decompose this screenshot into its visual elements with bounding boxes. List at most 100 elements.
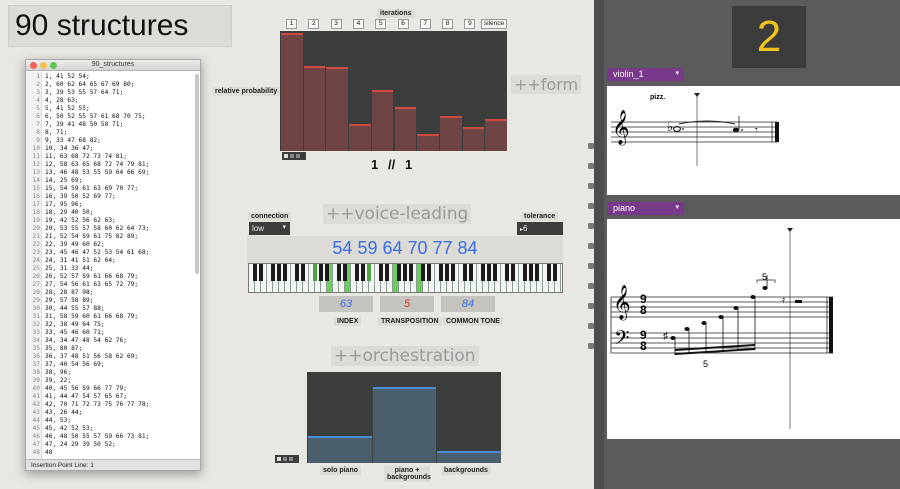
silence-toggle[interactable]: silence xyxy=(481,19,507,29)
black-key[interactable] xyxy=(487,264,491,281)
connection-dropdown[interactable]: low ▾ xyxy=(249,222,290,235)
iteration-tick[interactable]: 8 xyxy=(442,19,454,29)
structure-counter: 2 xyxy=(756,12,782,61)
black-key[interactable] xyxy=(463,264,467,281)
chord-display: 54 59 64 70 77 84 xyxy=(247,236,563,264)
form-probability-bar[interactable] xyxy=(485,119,507,151)
black-key[interactable] xyxy=(481,264,485,281)
orchestration-bar[interactable] xyxy=(308,436,372,463)
line-number: 35 xyxy=(32,345,40,352)
black-key[interactable] xyxy=(325,264,329,281)
line-number: 38 xyxy=(32,369,40,376)
orchestration-plot[interactable] xyxy=(307,372,501,463)
iterations-label: iterations xyxy=(377,9,415,18)
black-key[interactable] xyxy=(445,264,449,281)
form-probability-bar[interactable] xyxy=(462,127,485,151)
black-key[interactable] xyxy=(271,264,275,281)
editor-line: 5, 41 52 55; xyxy=(45,105,90,112)
iteration-tick[interactable]: 5 xyxy=(375,19,387,29)
line-number: 25 xyxy=(32,265,40,272)
piano-score[interactable]: 𝄞 𝄢 98 98 ♯ 𝄿 5 5 xyxy=(607,219,900,439)
white-key[interactable] xyxy=(561,264,562,292)
orch-option-solo-piano[interactable]: solo piano xyxy=(320,466,361,475)
tuplet-bottom: 5 xyxy=(703,359,709,369)
form-probability-bar[interactable] xyxy=(349,123,371,151)
form-probability-bar[interactable] xyxy=(326,67,349,151)
black-key[interactable] xyxy=(277,264,281,281)
line-number: 2 xyxy=(36,81,40,88)
treble-clef-icon: 𝄞 xyxy=(612,110,630,145)
black-key[interactable] xyxy=(301,264,305,281)
black-key[interactable] xyxy=(523,264,527,281)
orch-option-backgrounds[interactable]: backgrounds xyxy=(441,466,491,475)
form-probability-bar[interactable] xyxy=(371,89,394,151)
black-key[interactable] xyxy=(367,264,371,281)
black-key[interactable] xyxy=(493,264,497,281)
editor-titlebar[interactable]: 90_structures xyxy=(26,60,200,71)
line-number: 33 xyxy=(32,329,40,336)
form-probability-bar[interactable] xyxy=(281,33,303,151)
black-key[interactable] xyxy=(439,264,443,281)
line-number: 44 xyxy=(32,417,40,424)
black-key[interactable] xyxy=(505,264,509,281)
black-key[interactable] xyxy=(547,264,551,281)
editor-scrollbar[interactable] xyxy=(195,74,199,274)
black-key[interactable] xyxy=(511,264,515,281)
editor-text-area[interactable]: 1 1, 41 52 54; 2 2, 60 62 64 65 67 69 80; 3 3… xyxy=(26,72,200,460)
black-key[interactable] xyxy=(529,264,533,281)
black-key[interactable] xyxy=(259,264,263,281)
iteration-tick[interactable]: 6 xyxy=(397,19,409,29)
instrument-tab-violin[interactable]: violin_1 ▾ xyxy=(607,68,684,81)
piano-name: piano xyxy=(613,203,636,213)
black-key[interactable] xyxy=(403,264,407,281)
black-key[interactable] xyxy=(355,264,359,281)
instrument-tab-piano[interactable]: piano ▾ xyxy=(607,202,684,215)
black-key[interactable] xyxy=(253,264,257,281)
black-key[interactable] xyxy=(319,264,323,281)
editor-line: 2, 60 62 64 65 67 69 80; xyxy=(45,81,135,88)
editor-line: 42, 70 71 72 73 75 76 77 78; xyxy=(45,401,150,408)
black-key[interactable] xyxy=(409,264,413,281)
iteration-tick[interactable]: 4 xyxy=(352,19,364,29)
form-watermark: ++form xyxy=(511,75,582,94)
orch-option-piano-backgrounds[interactable]: piano + backgrounds xyxy=(384,466,431,482)
black-key[interactable] xyxy=(283,264,287,281)
black-key[interactable] xyxy=(295,264,299,281)
black-key[interactable] xyxy=(313,264,317,281)
black-key[interactable] xyxy=(553,264,557,281)
text-editor-window[interactable]: 90_structures 1 1, 41 52 54; 2 2, 60 62 64 … xyxy=(25,59,201,471)
form-probability-plot[interactable] xyxy=(280,31,507,151)
line-number: 18 xyxy=(32,209,40,216)
editor-line: 6, 50 52 55 57 61 68 70 75; xyxy=(45,113,146,120)
black-key[interactable] xyxy=(361,264,365,281)
orch-preset-dots[interactable] xyxy=(275,455,299,463)
form-probability-bar[interactable] xyxy=(303,66,326,151)
tolerance-number-box[interactable]: ▸6 xyxy=(517,222,563,235)
violin-score[interactable]: 𝄞 ♭ 𝄾 pizz. xyxy=(607,86,900,195)
black-key[interactable] xyxy=(379,264,383,281)
black-key[interactable] xyxy=(397,264,401,281)
black-key[interactable] xyxy=(451,264,455,281)
black-key[interactable] xyxy=(385,264,389,281)
form-probability-bar[interactable] xyxy=(394,107,417,151)
black-key[interactable] xyxy=(469,264,473,281)
iteration-tick[interactable]: 7 xyxy=(419,19,431,29)
black-key[interactable] xyxy=(535,264,539,281)
black-key[interactable] xyxy=(337,264,341,281)
orchestration-bar[interactable] xyxy=(437,451,501,463)
iteration-tick[interactable]: 9 xyxy=(464,19,476,29)
line-number: 3 xyxy=(36,89,40,96)
black-key[interactable] xyxy=(427,264,431,281)
orchestration-bar[interactable] xyxy=(372,387,437,463)
connection-value: low xyxy=(252,224,265,233)
black-key[interactable] xyxy=(343,264,347,281)
form-preset-dots[interactable] xyxy=(282,152,306,160)
iteration-tick[interactable]: 2 xyxy=(308,19,320,29)
black-key[interactable] xyxy=(421,264,425,281)
iteration-tick[interactable]: 3 xyxy=(330,19,342,29)
form-probability-bar[interactable] xyxy=(439,115,462,151)
editor-line: 41, 44 47 54 57 65 67; xyxy=(45,393,127,400)
form-probability-bar[interactable] xyxy=(417,134,439,151)
iteration-tick[interactable]: 1 xyxy=(286,19,297,29)
piano-keyboard[interactable] xyxy=(248,263,563,293)
